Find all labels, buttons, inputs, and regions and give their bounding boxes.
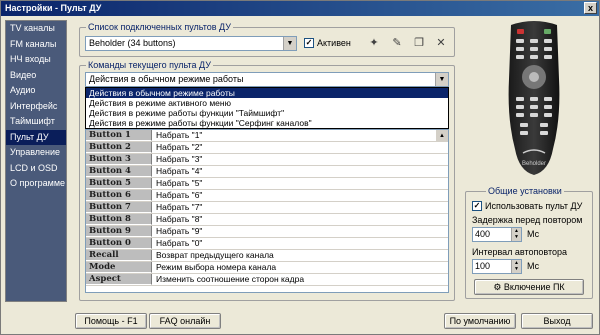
interval-spin-icon[interactable]: ▲ ▼ xyxy=(511,260,521,273)
command-key: Button 3 xyxy=(86,154,152,165)
remote-select[interactable]: Beholder (34 buttons) ▼ xyxy=(85,36,297,51)
delay-label: Задержка перед повтором xyxy=(472,215,583,225)
delay-input[interactable]: 400 ▲ ▼ xyxy=(472,227,522,242)
interval-unit: Мс xyxy=(527,261,540,271)
sidebar-item[interactable]: TV каналы xyxy=(6,21,66,37)
mode-dropdown-list: Действия в обычном режиме работы Действия… xyxy=(85,87,449,129)
delay-spin-icon[interactable]: ▲ ▼ xyxy=(511,228,521,241)
sidebar-item[interactable]: Видео xyxy=(6,68,66,84)
command-action[interactable]: Набрать "9" xyxy=(152,226,448,237)
table-row[interactable]: Mode Режим выбора номера канала xyxy=(86,262,448,274)
copy-icon[interactable]: ❐ xyxy=(412,36,426,50)
scroll-up-icon[interactable]: ▲ xyxy=(436,130,448,142)
title-bar: Настройки - Пульт ДУ x xyxy=(1,1,599,16)
table-row[interactable]: Button 4 Набрать "4" xyxy=(86,166,448,178)
exit-button[interactable]: Выход xyxy=(521,313,593,329)
command-action[interactable]: Набрать "3" xyxy=(152,154,448,165)
chevron-down-icon[interactable]: ▼ xyxy=(283,37,296,50)
table-row[interactable]: Button 3 Набрать "3" xyxy=(86,154,448,166)
mode-option[interactable]: Действия в обычном режиме работы xyxy=(86,88,448,98)
sidebar-item[interactable]: Таймшифт xyxy=(6,114,66,130)
interval-label: Интервал автоповтора xyxy=(472,247,568,257)
command-key: Button 8 xyxy=(86,214,152,225)
sidebar-item[interactable]: Аудио xyxy=(6,83,66,99)
sidebar-item[interactable]: О программе xyxy=(6,176,66,192)
command-action[interactable]: Набрать "6" xyxy=(152,190,448,201)
mode-option[interactable]: Действия в режиме работы функции "Серфин… xyxy=(86,118,448,128)
mode-option[interactable]: Действия в режиме работы функции "Таймши… xyxy=(86,108,448,118)
command-key: Button 6 xyxy=(86,190,152,201)
help-button[interactable]: Помощь - F1 xyxy=(75,313,147,329)
command-key: Button 9 xyxy=(86,226,152,237)
command-action[interactable]: Набрать "7" xyxy=(152,202,448,213)
general-legend: Общие установки xyxy=(486,186,564,196)
defaults-button[interactable]: По умолчанию xyxy=(444,313,516,329)
power-icon: ⚙ xyxy=(493,282,502,292)
sidebar-item[interactable]: Управление xyxy=(6,145,66,161)
chevron-down-icon[interactable]: ▼ xyxy=(435,73,448,86)
command-action[interactable]: Набрать "8" xyxy=(152,214,448,225)
table-row[interactable]: Button 5 Набрать "5" xyxy=(86,178,448,190)
command-action[interactable]: Возврат предыдущего канала xyxy=(152,250,448,261)
command-key: Recall xyxy=(86,250,152,261)
command-action[interactable]: Изменить соотношение сторон кадра xyxy=(152,274,448,285)
faq-button[interactable]: FAQ онлайн xyxy=(149,313,221,329)
table-row[interactable]: Button 6 Набрать "6" xyxy=(86,190,448,202)
remote-control-image: Beholder xyxy=(508,21,560,175)
table-row[interactable]: Button 8 Набрать "8" xyxy=(86,214,448,226)
table-row[interactable]: Recall Возврат предыдущего канала xyxy=(86,250,448,262)
table-row[interactable]: Button 9 Набрать "9" xyxy=(86,226,448,238)
command-key: Button 4 xyxy=(86,166,152,177)
commands-legend: Команды текущего пульта ДУ xyxy=(86,60,213,70)
remotes-legend: Список подключенных пультов ДУ xyxy=(86,22,233,32)
interval-value: 100 xyxy=(475,261,491,271)
sidebar-item[interactable]: FM каналы xyxy=(6,37,66,53)
close-icon[interactable]: x xyxy=(584,2,597,14)
command-key: Button 2 xyxy=(86,142,152,153)
sidebar: TV каналы FM каналы НЧ входы Видео Аудио Инте… xyxy=(5,20,67,302)
delete-icon[interactable]: ✕ xyxy=(434,36,448,50)
commands-table: Button 1 Набрать "1" Button 2 Набрать "2" Bu… xyxy=(85,129,449,293)
delay-unit: Мс xyxy=(527,229,540,239)
use-remote-checkbox[interactable]: ✓ xyxy=(472,201,482,211)
power-on-label: Включение ПК xyxy=(503,282,565,292)
command-action[interactable]: Режим выбора номера канала xyxy=(152,262,448,273)
sidebar-item[interactable]: Интерфейс xyxy=(6,99,66,115)
interval-input[interactable]: 100 ▲ ▼ xyxy=(472,259,522,274)
command-action[interactable]: Набрать "2" xyxy=(152,142,448,153)
window-title: Настройки - Пульт ДУ xyxy=(5,3,102,13)
command-action[interactable]: Набрать "1" xyxy=(152,130,448,141)
active-label: Активен xyxy=(317,38,351,48)
command-key: Button 1 xyxy=(86,130,152,141)
delay-value: 400 xyxy=(475,229,491,239)
command-key: Button 0 xyxy=(86,238,152,249)
mode-select-value: Действия в обычном режиме работы xyxy=(89,74,244,84)
remote-select-value: Beholder (34 buttons) xyxy=(89,38,176,48)
command-key: Aspect xyxy=(86,274,152,285)
table-row[interactable]: Button 1 Набрать "1" xyxy=(86,130,448,142)
table-row[interactable]: Button 0 Набрать "0" xyxy=(86,238,448,250)
power-on-button[interactable]: ⚙ Включение ПК xyxy=(474,279,584,295)
table-row[interactable]: Button 2 Набрать "2" xyxy=(86,142,448,154)
active-checkbox[interactable]: ✓ xyxy=(304,38,314,48)
remote-brand: Beholder xyxy=(522,161,546,167)
mode-select[interactable]: Действия в обычном режиме работы ▼ xyxy=(85,72,449,87)
command-key: Button 7 xyxy=(86,202,152,213)
command-key: Mode xyxy=(86,262,152,273)
new-icon[interactable]: ✦ xyxy=(367,36,381,50)
table-row[interactable]: Aspect Изменить соотношение сторон кадра xyxy=(86,274,448,286)
settings-window: Настройки - Пульт ДУ x TV каналы FM канал… xyxy=(0,0,600,335)
table-row[interactable]: Button 7 Набрать "7" xyxy=(86,202,448,214)
sidebar-item[interactable]: LCD и OSD xyxy=(6,161,66,177)
command-action[interactable]: Набрать "4" xyxy=(152,166,448,177)
command-action[interactable]: Набрать "0" xyxy=(152,238,448,249)
sidebar-item[interactable]: НЧ входы xyxy=(6,52,66,68)
sidebar-item[interactable]: Пульт ДУ xyxy=(6,129,66,145)
mode-option[interactable]: Действия в режиме активного меню xyxy=(86,98,448,108)
command-key: Button 5 xyxy=(86,178,152,189)
command-action[interactable]: Набрать "5" xyxy=(152,178,448,189)
edit-icon[interactable]: ✎ xyxy=(390,36,404,50)
use-remote-label: Использовать пульт ДУ xyxy=(485,201,583,211)
